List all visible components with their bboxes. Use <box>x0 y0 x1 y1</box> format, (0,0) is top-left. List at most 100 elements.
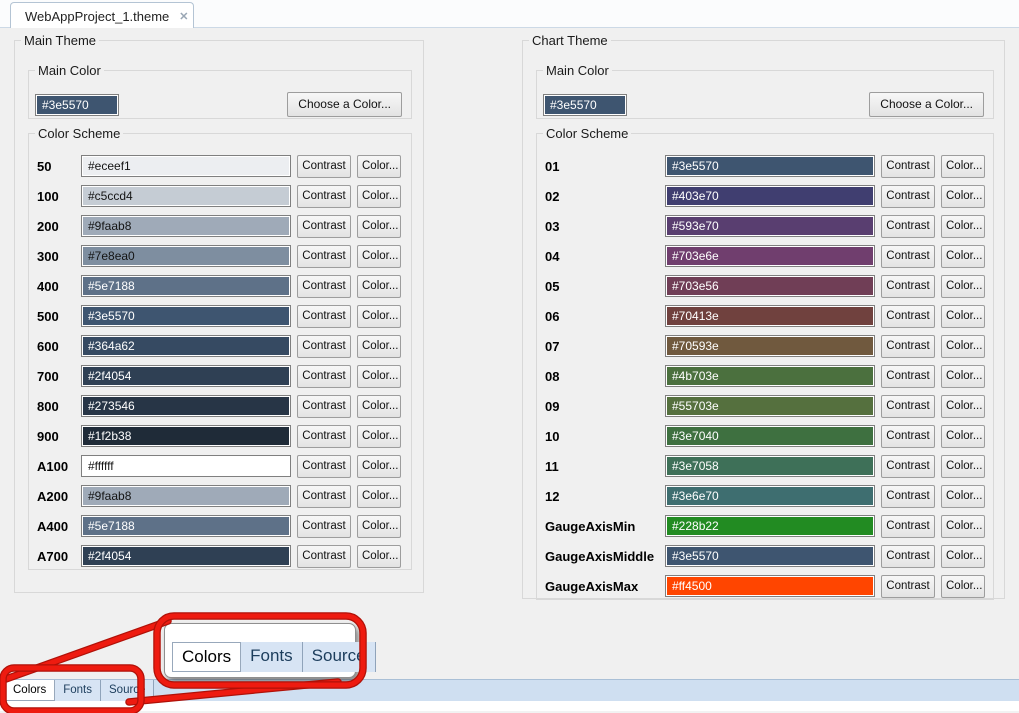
color-picker-button[interactable]: Color... <box>941 365 985 388</box>
color-swatch-field[interactable]: #3e7058 <box>665 455 875 477</box>
color-swatch-field[interactable]: #3e5570 <box>665 545 875 567</box>
chart-main-color-value-field[interactable]: #3e5570 <box>543 94 627 116</box>
color-picker-button[interactable]: Color... <box>941 335 985 358</box>
color-swatch-field[interactable]: #3e5570 <box>665 155 875 177</box>
color-swatch-field[interactable]: #228b22 <box>665 515 875 537</box>
color-picker-button[interactable]: Color... <box>941 425 985 448</box>
contrast-button[interactable]: Contrast <box>881 515 935 538</box>
contrast-button[interactable]: Contrast <box>881 455 935 478</box>
contrast-button[interactable]: Contrast <box>297 335 351 358</box>
contrast-button[interactable]: Contrast <box>297 515 351 538</box>
color-picker-button[interactable]: Color... <box>357 395 401 418</box>
contrast-button[interactable]: Contrast <box>297 305 351 328</box>
contrast-button[interactable]: Contrast <box>297 485 351 508</box>
color-swatch-field[interactable]: #3e6e70 <box>665 485 875 507</box>
contrast-button[interactable]: Contrast <box>297 245 351 268</box>
color-picker-button[interactable]: Color... <box>941 245 985 268</box>
color-picker-button[interactable]: Color... <box>357 455 401 478</box>
color-swatch-field[interactable]: #593e70 <box>665 215 875 237</box>
choose-color-button[interactable]: Choose a Color... <box>287 92 402 117</box>
color-swatch-field[interactable]: #2f4054 <box>81 365 291 387</box>
color-swatch-field[interactable]: #ffffff <box>81 455 291 477</box>
contrast-button[interactable]: Contrast <box>881 395 935 418</box>
color-swatch-field[interactable]: #9faab8 <box>81 485 291 507</box>
main-color-group-label: Main Color <box>543 63 612 78</box>
color-scheme-row: 07 #70593e Contrast Color... <box>545 331 993 361</box>
tab-source[interactable]: Source <box>101 680 154 701</box>
color-picker-button[interactable]: Color... <box>941 575 985 598</box>
color-swatch-field[interactable]: #5e7188 <box>81 515 291 537</box>
contrast-button[interactable]: Contrast <box>881 215 935 238</box>
contrast-button[interactable]: Contrast <box>297 155 351 178</box>
color-swatch-field[interactable]: #703e56 <box>665 275 875 297</box>
color-picker-button[interactable]: Color... <box>941 185 985 208</box>
color-swatch-field[interactable]: #1f2b38 <box>81 425 291 447</box>
color-swatch-field[interactable]: #9faab8 <box>81 215 291 237</box>
color-picker-button[interactable]: Color... <box>357 335 401 358</box>
color-picker-button[interactable]: Color... <box>357 155 401 178</box>
close-icon[interactable]: ✕ <box>179 10 188 23</box>
contrast-button[interactable]: Contrast <box>297 455 351 478</box>
color-picker-button[interactable]: Color... <box>941 545 985 568</box>
contrast-button[interactable]: Contrast <box>881 545 935 568</box>
color-picker-button[interactable]: Color... <box>357 425 401 448</box>
color-picker-button[interactable]: Color... <box>357 245 401 268</box>
color-swatch-field[interactable]: #70593e <box>665 335 875 357</box>
contrast-button[interactable]: Contrast <box>881 275 935 298</box>
contrast-button[interactable]: Contrast <box>297 545 351 568</box>
contrast-button[interactable]: Contrast <box>881 305 935 328</box>
color-picker-button[interactable]: Color... <box>357 545 401 568</box>
color-picker-button[interactable]: Color... <box>357 275 401 298</box>
contrast-button[interactable]: Contrast <box>881 425 935 448</box>
color-swatch-field[interactable]: #3e5570 <box>81 305 291 327</box>
contrast-button[interactable]: Contrast <box>297 215 351 238</box>
color-swatch-field[interactable]: #eceef1 <box>81 155 291 177</box>
contrast-button[interactable]: Contrast <box>881 485 935 508</box>
color-picker-button[interactable]: Color... <box>941 305 985 328</box>
contrast-button[interactable]: Contrast <box>297 425 351 448</box>
color-swatch-field[interactable]: #5e7188 <box>81 275 291 297</box>
color-picker-button[interactable]: Color... <box>941 455 985 478</box>
color-scheme-row: 09 #55703e Contrast Color... <box>545 391 993 421</box>
contrast-button[interactable]: Contrast <box>881 575 935 598</box>
contrast-button[interactable]: Contrast <box>881 185 935 208</box>
color-picker-button[interactable]: Color... <box>941 275 985 298</box>
color-picker-button[interactable]: Color... <box>357 305 401 328</box>
color-picker-button[interactable]: Color... <box>357 365 401 388</box>
color-swatch-field[interactable]: #364a62 <box>81 335 291 357</box>
contrast-button[interactable]: Contrast <box>881 245 935 268</box>
contrast-button[interactable]: Contrast <box>297 275 351 298</box>
tab-colors[interactable]: Colors <box>4 680 55 701</box>
color-scheme-row: GaugeAxisMiddle #3e5570 Contrast Color..… <box>545 541 993 571</box>
color-swatch-field[interactable]: #403e70 <box>665 185 875 207</box>
color-picker-button[interactable]: Color... <box>941 215 985 238</box>
color-picker-button[interactable]: Color... <box>941 395 985 418</box>
color-picker-button[interactable]: Color... <box>941 485 985 508</box>
contrast-button[interactable]: Contrast <box>297 365 351 388</box>
contrast-button[interactable]: Contrast <box>881 365 935 388</box>
color-swatch-field[interactable]: #7e8ea0 <box>81 245 291 267</box>
contrast-button[interactable]: Contrast <box>881 155 935 178</box>
contrast-button[interactable]: Contrast <box>881 335 935 358</box>
color-picker-button[interactable]: Color... <box>357 515 401 538</box>
color-picker-button[interactable]: Color... <box>941 515 985 538</box>
color-swatch-field[interactable]: #4b703e <box>665 365 875 387</box>
color-swatch-field[interactable]: #ff4500 <box>665 575 875 597</box>
color-picker-button[interactable]: Color... <box>357 215 401 238</box>
color-picker-button[interactable]: Color... <box>357 185 401 208</box>
choose-color-button[interactable]: Choose a Color... <box>869 92 984 117</box>
color-swatch-field[interactable]: #273546 <box>81 395 291 417</box>
color-swatch-field[interactable]: #703e6e <box>665 245 875 267</box>
tab-fonts[interactable]: Fonts <box>55 680 101 701</box>
contrast-button[interactable]: Contrast <box>297 395 351 418</box>
color-swatch-field[interactable]: #55703e <box>665 395 875 417</box>
contrast-button[interactable]: Contrast <box>297 185 351 208</box>
color-picker-button[interactable]: Color... <box>357 485 401 508</box>
main-color-value-field[interactable]: #3e5570 <box>35 94 119 116</box>
color-swatch-field[interactable]: #3e7040 <box>665 425 875 447</box>
color-picker-button[interactable]: Color... <box>941 155 985 178</box>
color-swatch-field[interactable]: #2f4054 <box>81 545 291 567</box>
editor-tab-theme-file[interactable]: WebAppProject_1.theme ✕ <box>10 2 194 29</box>
color-swatch-field[interactable]: #70413e <box>665 305 875 327</box>
color-swatch-field[interactable]: #c5ccd4 <box>81 185 291 207</box>
